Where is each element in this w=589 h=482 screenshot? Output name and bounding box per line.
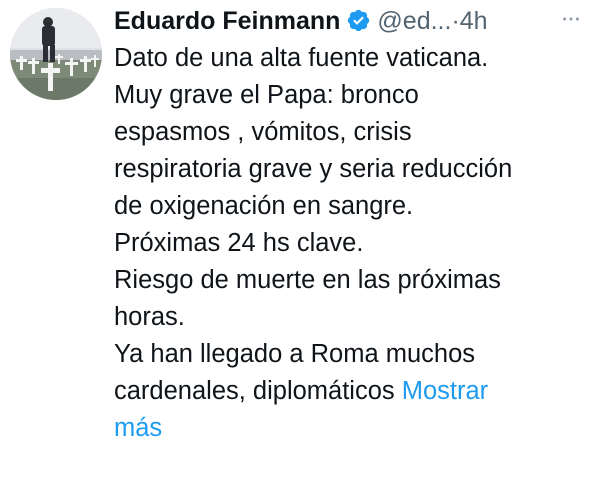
verified-badge-icon xyxy=(348,9,370,32)
tweet-text-line: de oxigenación en sangre. xyxy=(114,192,414,220)
more-horizontal-icon[interactable] xyxy=(560,8,582,30)
profile-photo-icon xyxy=(10,8,102,100)
display-name[interactable]: Eduardo Feinmann xyxy=(114,4,340,38)
tweet-text-line: Dato de una alta fuente vaticana. xyxy=(114,44,489,72)
tweet-text-fragment: cardenales, diplomáticos xyxy=(114,377,395,405)
tweet-text-line: respiratoria grave y seria reducción xyxy=(114,155,513,183)
tweet-text-line: Próximas 24 hs clave. xyxy=(114,229,364,257)
tweet-text-line: espasmos , vómitos, crisis xyxy=(114,118,412,146)
tweet-text-line: horas. xyxy=(114,303,185,331)
tweet-text-line-last: cardenales, diplomáticos Mostrar xyxy=(114,373,584,410)
tweet-text-line: Riesgo de muerte en las próximas xyxy=(114,266,501,294)
tweet-header: Eduardo Feinmann @ed...·4h xyxy=(114,4,589,38)
timestamp[interactable]: 4h xyxy=(460,4,488,38)
show-more-link-continued[interactable]: más xyxy=(114,410,584,447)
author-handle[interactable]: @ed... xyxy=(377,4,451,38)
tweet-text: Dato de una alta fuente vaticana. Muy gr… xyxy=(114,40,584,447)
tweet-text-line: Muy grave el Papa: bronco xyxy=(114,81,419,109)
separator-dot: · xyxy=(451,7,460,35)
tweet[interactable]: Eduardo Feinmann @ed...·4h Dato de una a… xyxy=(0,0,589,482)
avatar[interactable] xyxy=(10,8,102,100)
show-more-link[interactable]: Mostrar xyxy=(402,377,488,405)
tweet-text-line: Ya han llegado a Roma muchos xyxy=(114,340,475,368)
